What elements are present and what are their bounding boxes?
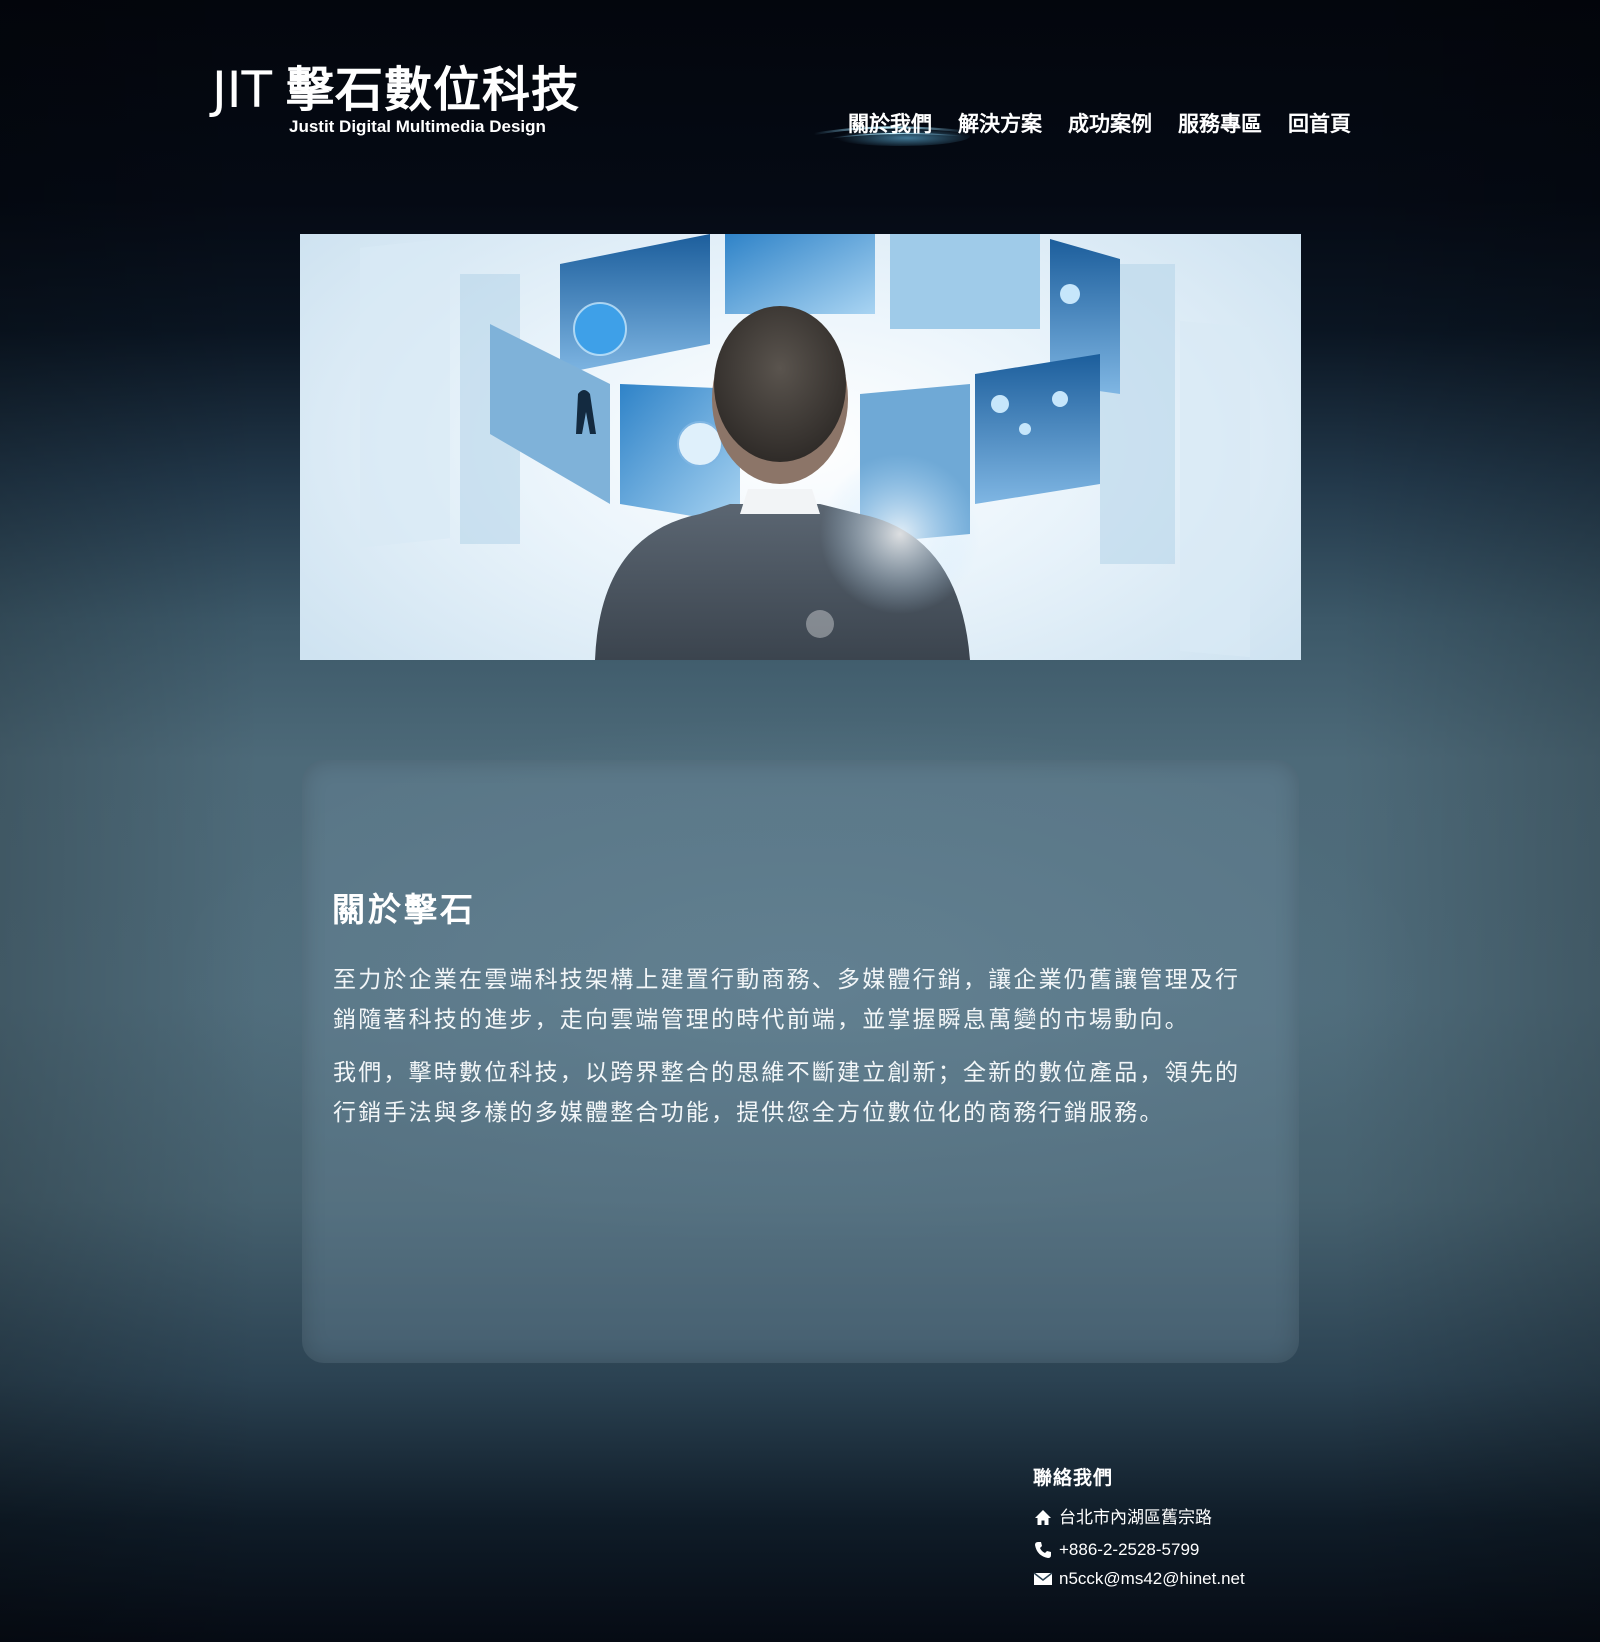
main-nav: 關於我們 解決方案 成功案例 服務專區 回首頁 — [848, 108, 1351, 142]
site-logo[interactable]: JIT 擊石數位科技 Justit Digital Multimedia Des… — [212, 62, 592, 142]
logo-subtitle: Justit Digital Multimedia Design — [289, 117, 546, 136]
logo-name: 擊石數位科技 — [286, 62, 581, 118]
hero-illustration — [360, 234, 1250, 660]
about-paragraph-2: 我們，擊時數位科技，以跨界整合的思維不斷建立創新；全新的數位產品，領先的行銷手法… — [333, 1060, 1241, 1126]
logo-mark: JIT — [212, 61, 273, 119]
contact-phone: +886-2-2528-5799 — [1033, 1538, 1199, 1562]
contact-email: n5cck@ms42@hinet.net — [1033, 1567, 1245, 1591]
mail-icon — [1033, 1572, 1053, 1585]
contact-address: 台北市內湖區舊宗路 — [1033, 1506, 1212, 1530]
nav-item-cases[interactable]: 成功案例 — [1068, 108, 1152, 142]
about-title: 關於擊石 — [332, 890, 476, 929]
contact-title: 聯絡我們 — [1033, 1467, 1114, 1489]
contact-address-text: 台北市內湖區舊宗路 — [1059, 1508, 1212, 1527]
about-paragraph-1: 至力於企業在雲端科技架構上建置行動商務、多媒體行銷，讓企業仍舊讓管理及行銷隨著科… — [333, 967, 1241, 1033]
nav-item-services[interactable]: 服務專區 — [1178, 108, 1262, 142]
home-icon — [1035, 1510, 1051, 1525]
contact-email-text[interactable]: n5cck@ms42@hinet.net — [1059, 1567, 1245, 1591]
nav-item-about[interactable]: 關於我們 — [848, 108, 932, 142]
hero-banner-image — [300, 234, 1301, 660]
nav-item-home[interactable]: 回首頁 — [1288, 108, 1351, 142]
phone-icon — [1035, 1542, 1051, 1558]
nav-item-solutions[interactable]: 解決方案 — [958, 108, 1042, 142]
contact-phone-text[interactable]: +886-2-2528-5799 — [1059, 1538, 1199, 1562]
